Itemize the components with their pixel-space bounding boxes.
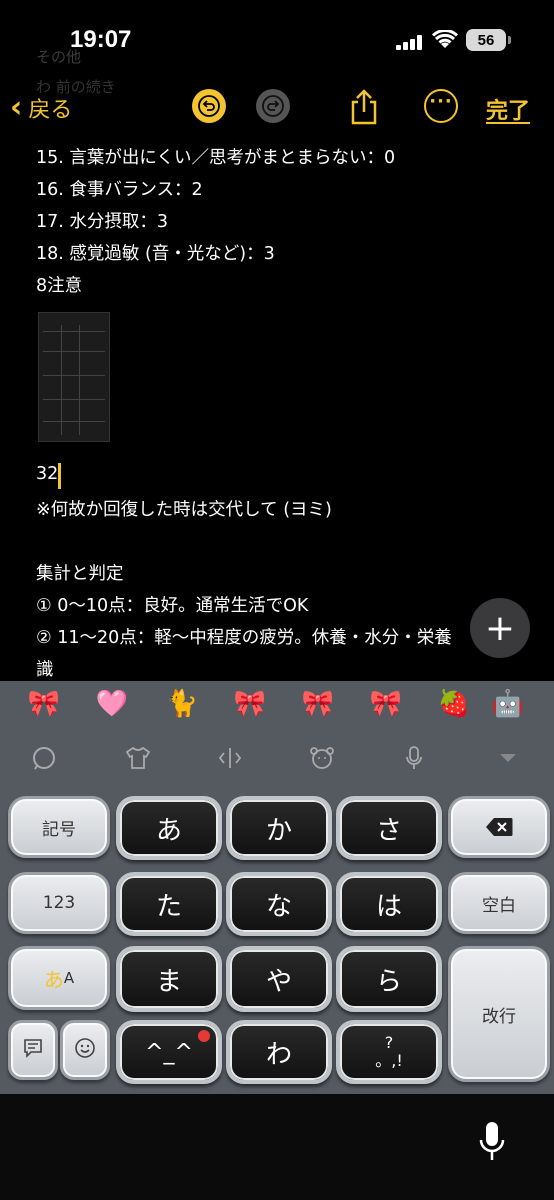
- kana-key-a[interactable]: あ: [116, 796, 222, 860]
- emoji-cat[interactable]: 🐈: [164, 689, 200, 719]
- kana-key-ma[interactable]: ま: [116, 946, 222, 1012]
- note-line[interactable]: 18. 感覚過敏 (音・光など)：3: [36, 240, 275, 265]
- note-line[interactable]: 17. 水分摂取：3: [36, 208, 168, 233]
- emoji-bow[interactable]: 🎀: [300, 689, 336, 719]
- done-button[interactable]: 完了: [486, 93, 530, 125]
- notification-dot: [198, 1030, 210, 1042]
- attached-image-thumbnail[interactable]: [38, 312, 110, 442]
- note-line[interactable]: 15. 言葉が出にくい／思考がまとまらない：0: [36, 144, 395, 169]
- delete-key[interactable]: [448, 796, 550, 858]
- undo-button[interactable]: [192, 89, 226, 123]
- smiley-icon: [74, 1037, 96, 1064]
- cursor-move-icon[interactable]: [216, 744, 244, 772]
- shirt-icon[interactable]: [124, 744, 152, 772]
- text-cursor: [58, 463, 61, 489]
- battery-cap: [508, 36, 511, 44]
- punctuation-key[interactable]: ? 。,!: [336, 1020, 442, 1084]
- keyboard-bottom-bar: [0, 1094, 554, 1200]
- kana-key-na[interactable]: な: [226, 872, 332, 936]
- note-key[interactable]: [8, 1020, 58, 1080]
- undo-icon: [198, 95, 220, 117]
- emoji-suggestion-bar: 🎀 🩷 🐈 🎀 🎀 🎀 🍓 🤖: [0, 681, 554, 731]
- collapse-keyboard-icon[interactable]: [494, 744, 522, 772]
- space-key[interactable]: 空白: [448, 872, 550, 934]
- emoji-robot[interactable]: 🤖: [490, 689, 526, 719]
- emoji-heart[interactable]: 🩷: [94, 689, 130, 719]
- note-line[interactable]: ① 0〜10点：良好。通常生活でOK: [36, 592, 308, 617]
- symbol-key[interactable]: 記号: [8, 796, 110, 858]
- note-line[interactable]: ② 11〜20点：軽〜中程度の疲労。休養・水分・栄養: [36, 624, 506, 649]
- ellipsis-icon: ···: [429, 91, 453, 112]
- kana-key-sa[interactable]: さ: [336, 796, 442, 860]
- kana-key-ya[interactable]: や: [226, 946, 332, 1012]
- punct-bottom: 。,!: [375, 1051, 403, 1070]
- wifi-icon: [432, 30, 458, 48]
- emoji-bow[interactable]: 🎀: [26, 689, 62, 719]
- note-line[interactable]: 16. 食事バランス：2: [36, 176, 203, 201]
- redo-button[interactable]: [256, 89, 290, 123]
- back-label: 戻る: [28, 98, 73, 123]
- note-line[interactable]: 識: [36, 656, 54, 681]
- keyboard-tool-row: [0, 732, 554, 782]
- share-icon[interactable]: [346, 88, 382, 126]
- emoji-key[interactable]: [60, 1020, 110, 1080]
- kana-key-ha[interactable]: は: [336, 872, 442, 936]
- number-key[interactable]: 123: [8, 872, 110, 934]
- note-line-number[interactable]: 32: [36, 464, 58, 484]
- scrolled-text-behind-toolbar: その他: [36, 48, 82, 66]
- bear-sticker-icon[interactable]: [308, 744, 336, 772]
- microphone-icon[interactable]: [400, 744, 428, 772]
- cellular-signal-icon: [396, 34, 426, 50]
- mode-label-hiragana: あ: [43, 967, 64, 992]
- note-line[interactable]: 8注意: [36, 272, 82, 297]
- search-icon[interactable]: [30, 744, 58, 772]
- speech-bubble-icon: [23, 1038, 43, 1063]
- more-options-button[interactable]: ···: [424, 89, 458, 123]
- enter-key[interactable]: 改行: [448, 946, 550, 1082]
- chevron-left-icon: ‹: [10, 90, 23, 125]
- redo-icon: [262, 95, 284, 117]
- battery-icon: 56: [466, 29, 506, 51]
- kana-key-ta[interactable]: た: [116, 872, 222, 936]
- punct-top: ?: [384, 1033, 394, 1053]
- note-line[interactable]: 集計と判定: [36, 560, 124, 585]
- kana-key-ra[interactable]: ら: [336, 946, 442, 1012]
- note-line[interactable]: ※何故か回復した時は交代して (ヨミ): [36, 496, 332, 521]
- emoji-bow[interactable]: 🎀: [368, 689, 404, 719]
- dictation-microphone-icon[interactable]: [478, 1120, 506, 1164]
- mode-label-alpha: A: [63, 969, 75, 987]
- add-button[interactable]: +: [470, 598, 530, 658]
- emoji-bow[interactable]: 🎀: [232, 689, 268, 719]
- input-mode-key[interactable]: あA: [8, 946, 110, 1010]
- emoji-strawberry[interactable]: 🍓: [436, 689, 472, 719]
- kana-key-ka[interactable]: か: [226, 796, 332, 860]
- plus-icon: +: [484, 607, 516, 649]
- back-button[interactable]: ‹ 戻る: [10, 92, 72, 124]
- backspace-icon: [486, 818, 513, 836]
- kana-key-wa[interactable]: わ: [226, 1020, 332, 1084]
